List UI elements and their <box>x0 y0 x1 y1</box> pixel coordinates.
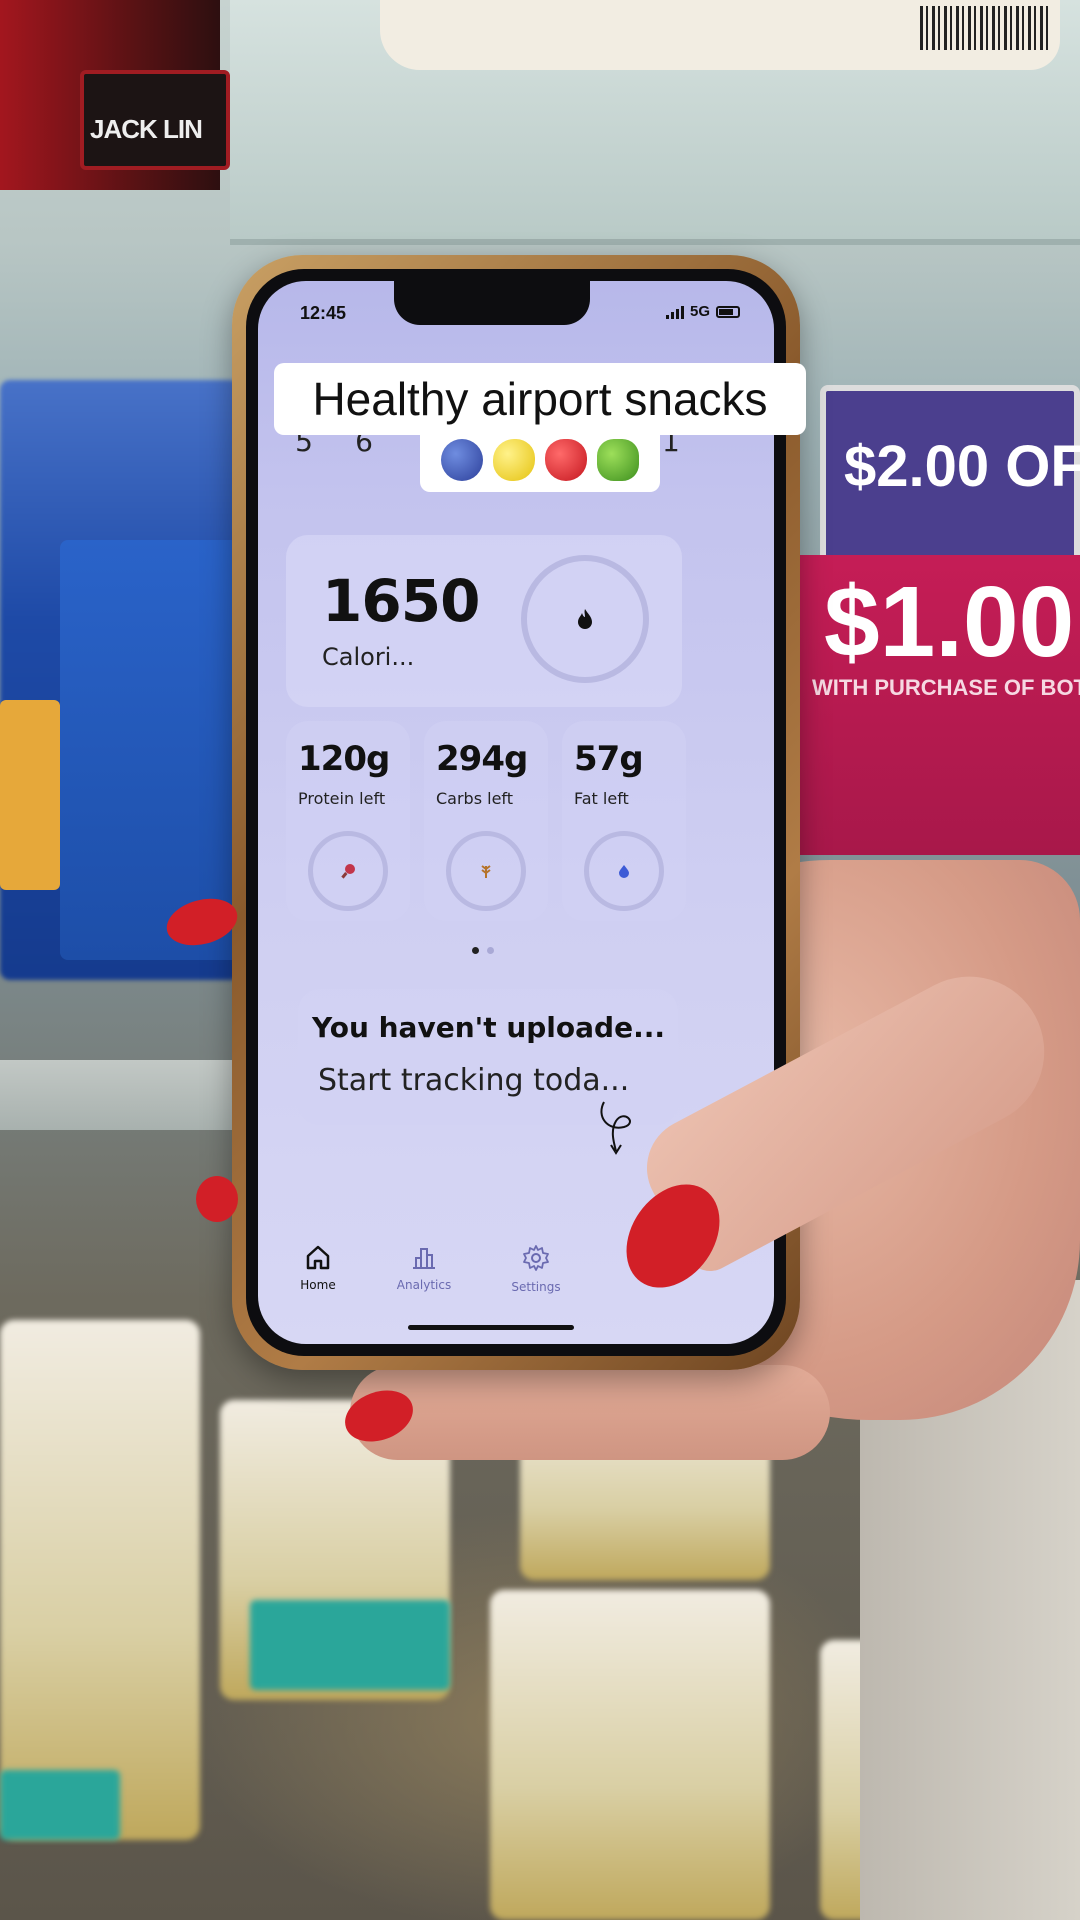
wheat-icon <box>481 865 491 878</box>
status-indicators: 5G <box>665 303 740 320</box>
snack-package-label <box>250 1600 450 1690</box>
notch <box>394 281 590 325</box>
protein-value: 120g <box>298 739 390 779</box>
page-dot-active <box>472 947 479 954</box>
page-dots[interactable] <box>472 947 494 954</box>
snack-package-label <box>0 1770 120 1840</box>
protein-label: Protein left <box>298 789 386 808</box>
fingernail <box>196 1176 238 1222</box>
jack-link-label: JACK LIN <box>80 70 230 170</box>
gear-icon <box>523 1245 549 1271</box>
strawberry-icon <box>545 439 587 481</box>
price-sign-pink: $1.00 OFF WITH PURCHASE OF BOTH <box>800 555 1080 855</box>
finger <box>350 1365 830 1460</box>
droplet-icon <box>619 865 629 878</box>
signal-icon <box>665 305 684 319</box>
price-sign-pink-text: $1.00 OFF <box>824 566 1080 678</box>
drumstick-icon <box>341 864 355 879</box>
caption-emoji-row <box>420 428 660 492</box>
home-icon <box>306 1245 330 1270</box>
protein-ring <box>308 831 388 911</box>
page-dot <box>487 947 494 954</box>
video-caption: Healthy airport snacks <box>274 363 806 435</box>
orange-package <box>0 700 60 890</box>
carbs-value: 294g <box>436 739 528 779</box>
empty-state-subtitle: Start tracking toda... <box>318 1063 630 1098</box>
calories-value: 1650 <box>322 567 480 635</box>
tab-settings[interactable]: Settings <box>496 1244 576 1294</box>
protein-card[interactable]: 120g Protein left <box>286 721 410 921</box>
fat-ring <box>584 831 664 911</box>
photo-scene: JACK LIN $2.00 OFF $1.00 OFF WITH PURCHA… <box>0 0 1080 1920</box>
tab-home[interactable]: Home <box>278 1244 358 1292</box>
flame-icon <box>578 609 592 629</box>
lemon-icon <box>493 439 535 481</box>
tab-home-label: Home <box>300 1278 336 1292</box>
arrow-icon <box>600 1101 631 1155</box>
calories-card[interactable]: 1650 Calori... <box>286 535 682 707</box>
blueberries-icon <box>441 439 483 481</box>
tab-analytics-label: Analytics <box>396 1278 452 1292</box>
home-indicator[interactable] <box>408 1325 574 1330</box>
carbs-ring <box>446 831 526 911</box>
price-sign-purple-text: $2.00 OFF <box>844 434 1080 499</box>
empty-state-title: You haven't uploade... <box>312 1011 665 1044</box>
tab-analytics[interactable]: Analytics <box>384 1244 464 1292</box>
fat-value: 57g <box>574 739 644 779</box>
price-sign-pink-subtext: WITH PURCHASE OF BOTH <box>812 675 1080 700</box>
jack-link-text: JACK LIN <box>90 114 203 144</box>
blue-snack-bag-front <box>60 540 240 960</box>
bar-chart-icon <box>413 1248 435 1269</box>
tab-settings-label: Settings <box>511 1280 561 1294</box>
carbs-card[interactable]: 294g Carbs left <box>424 721 548 921</box>
fat-card[interactable]: 57g Fat left <box>562 721 686 921</box>
snack-package <box>490 1590 770 1920</box>
calories-ring <box>521 555 649 683</box>
network-label: 5G <box>689 303 710 320</box>
fat-label: Fat left <box>574 789 629 808</box>
barcode <box>920 6 1050 50</box>
price-sign-purple: $2.00 OFF <box>820 385 1080 565</box>
empty-state-card: You haven't uploade... Start tracking to… <box>298 989 678 1155</box>
calories-label: Calori... <box>322 643 415 671</box>
carbs-label: Carbs left <box>436 789 514 808</box>
status-time: 12:45 <box>300 303 347 323</box>
battery-icon <box>716 305 740 318</box>
snack-package <box>0 1320 200 1840</box>
cucumber-icon <box>597 439 639 481</box>
